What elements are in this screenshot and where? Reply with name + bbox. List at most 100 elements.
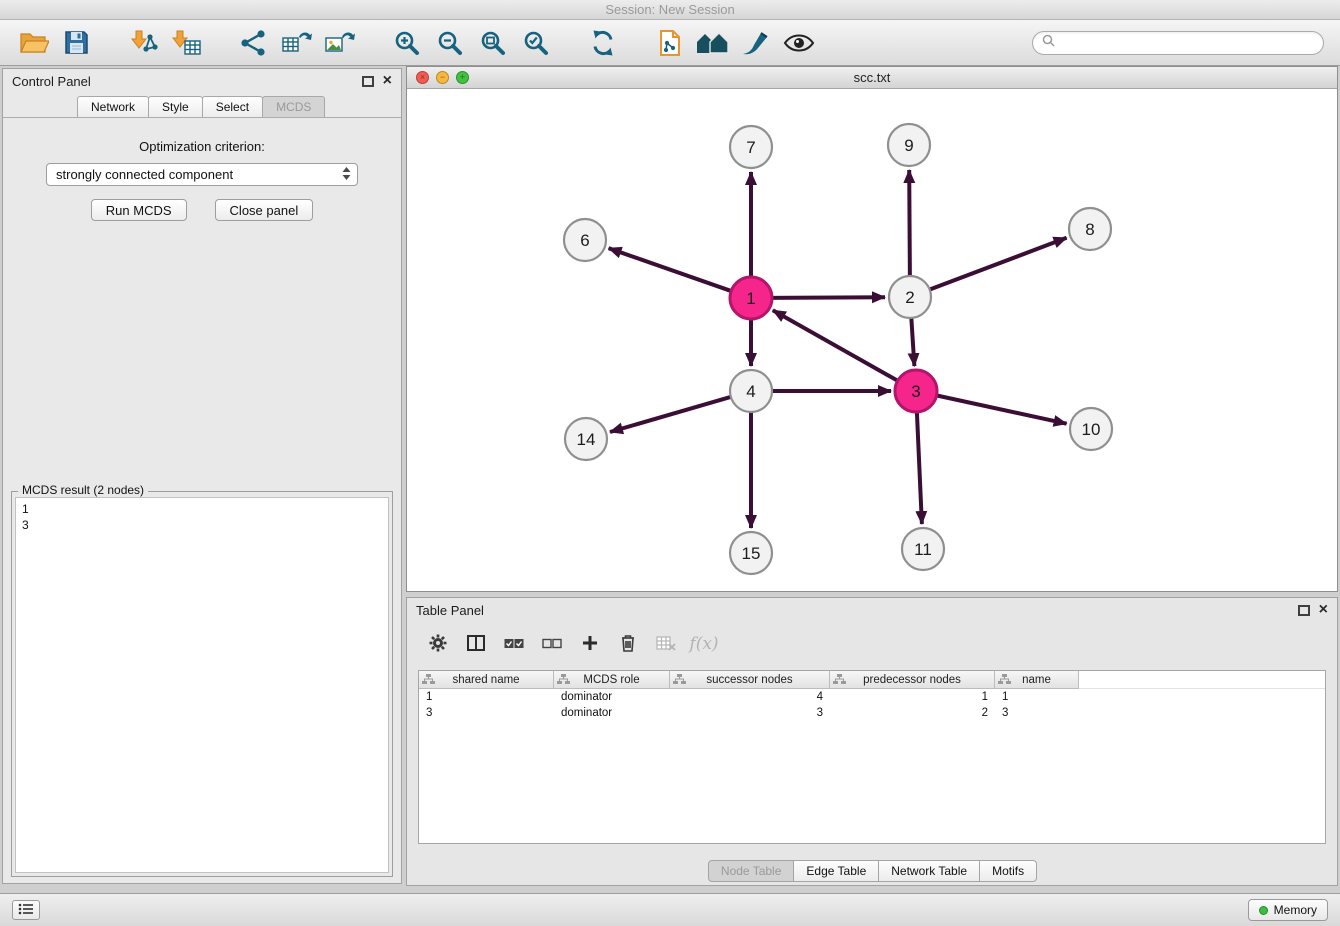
- tab-mcds[interactable]: MCDS: [262, 96, 325, 117]
- memory-button[interactable]: Memory: [1248, 899, 1328, 921]
- tab-network[interactable]: Network: [77, 96, 149, 117]
- apply-style-icon: [741, 30, 771, 56]
- zoom-selected-button[interactable]: [514, 23, 557, 63]
- add-row-button[interactable]: [573, 628, 607, 660]
- tab-style[interactable]: Style: [148, 96, 203, 117]
- import-network-from-file-button[interactable]: [122, 23, 165, 63]
- edge-1-2[interactable]: [770, 297, 885, 298]
- column-header-mcds-role[interactable]: MCDS role: [554, 671, 670, 689]
- table-panel-float-button[interactable]: [1298, 605, 1310, 616]
- column-type-icon: [673, 674, 686, 688]
- network-window-title: scc.txt: [854, 70, 891, 85]
- node-11[interactable]: 11: [902, 528, 944, 570]
- column-header-label: MCDS role: [583, 674, 639, 686]
- refresh-button[interactable]: [581, 23, 624, 63]
- node-14[interactable]: 14: [565, 418, 607, 460]
- optimization-criterion-value: strongly connected component: [56, 167, 341, 182]
- node-15[interactable]: 15: [730, 532, 772, 574]
- mcds-result-list[interactable]: 13: [15, 497, 389, 873]
- function-builder-button[interactable]: f(x): [687, 628, 721, 660]
- search-icon: [1042, 34, 1055, 52]
- cell-shared-name: 1: [419, 689, 554, 705]
- node-3[interactable]: 3: [895, 370, 937, 412]
- node-10[interactable]: 10: [1070, 408, 1112, 450]
- apply-style-button[interactable]: [734, 23, 777, 63]
- node-7[interactable]: 7: [730, 126, 772, 168]
- table-row[interactable]: 3dominator323: [419, 705, 1325, 721]
- edge-3-10[interactable]: [935, 395, 1067, 424]
- column-header-successor-nodes[interactable]: successor nodes: [670, 671, 830, 689]
- edge-2-9[interactable]: [909, 170, 910, 278]
- new-network-icon: [239, 29, 269, 57]
- tab-select[interactable]: Select: [202, 96, 263, 117]
- home-button[interactable]: [691, 23, 734, 63]
- edge-1-6[interactable]: [609, 248, 734, 292]
- network-view-window: × − + scc.txt 7 9 6 8 1 2 4 3 14 10 15 11: [406, 66, 1338, 592]
- edge-4-14[interactable]: [610, 396, 733, 432]
- node-label: 7: [746, 138, 755, 157]
- node-label: 15: [742, 544, 761, 563]
- delete-row-button[interactable]: [611, 628, 645, 660]
- zoom-selected-icon: [522, 29, 550, 57]
- delete-table-button[interactable]: [649, 628, 683, 660]
- tab-edge-table[interactable]: Edge Table: [793, 860, 879, 882]
- tab-node-table[interactable]: Node Table: [708, 860, 795, 882]
- import-table-from-file-button[interactable]: [165, 23, 208, 63]
- control-panel-close-button[interactable]: ×: [383, 73, 392, 89]
- export-image-button[interactable]: [318, 23, 361, 63]
- node-label: 1: [746, 289, 755, 308]
- export-table-button[interactable]: [275, 23, 318, 63]
- node-9[interactable]: 9: [888, 124, 930, 166]
- table-header-filler: [1079, 671, 1325, 689]
- node-6[interactable]: 6: [564, 219, 606, 261]
- close-panel-button[interactable]: Close panel: [215, 199, 314, 221]
- search-box[interactable]: [1032, 31, 1324, 55]
- node-label: 9: [904, 136, 913, 155]
- run-mcds-button[interactable]: Run MCDS: [91, 199, 187, 221]
- window-titlebar: Session: New Session: [0, 0, 1340, 20]
- column-header-predecessor-nodes[interactable]: predecessor nodes: [830, 671, 995, 689]
- edge-3-1[interactable]: [773, 310, 900, 381]
- table-panel-close-button[interactable]: ×: [1319, 602, 1328, 618]
- column-header-name[interactable]: name: [995, 671, 1079, 689]
- new-network-button[interactable]: [232, 23, 275, 63]
- save-session-button[interactable]: [55, 23, 98, 63]
- zoom-in-button[interactable]: [385, 23, 428, 63]
- node-1[interactable]: 1: [730, 277, 772, 319]
- node-2[interactable]: 2: [889, 276, 931, 318]
- table-settings-icon: [429, 634, 447, 655]
- zoom-out-icon: [436, 29, 464, 57]
- network-maximize-button[interactable]: +: [456, 71, 469, 84]
- show-graphics-details-button[interactable]: [777, 23, 820, 63]
- column-header-shared-name[interactable]: shared name: [419, 671, 554, 689]
- split-panel-button[interactable]: [459, 628, 493, 660]
- zoom-out-button[interactable]: [428, 23, 471, 63]
- node-label: 14: [577, 430, 596, 449]
- tab-motifs[interactable]: Motifs: [979, 860, 1037, 882]
- table-settings-button[interactable]: [421, 628, 455, 660]
- automation-panel-button[interactable]: [12, 900, 40, 920]
- control-panel-float-button[interactable]: [362, 76, 374, 87]
- cell-predecessor-nodes: 1: [830, 689, 995, 705]
- edge-2-3[interactable]: [911, 316, 914, 366]
- network-close-button[interactable]: ×: [416, 71, 429, 84]
- tab-network-table[interactable]: Network Table: [878, 860, 980, 882]
- network-canvas[interactable]: 7 9 6 8 1 2 4 3 14 10 15 11: [407, 89, 1337, 591]
- duplicate-network-button[interactable]: [648, 23, 691, 63]
- node-4[interactable]: 4: [730, 370, 772, 412]
- search-input[interactable]: [1060, 36, 1314, 50]
- list-icon: [18, 903, 34, 918]
- unselect-all-button[interactable]: [535, 628, 569, 660]
- edge-2-8[interactable]: [928, 238, 1067, 290]
- memory-label: Memory: [1274, 903, 1317, 917]
- select-all-button[interactable]: [497, 628, 531, 660]
- optimization-criterion-select[interactable]: strongly connected component: [46, 163, 358, 186]
- network-minimize-button[interactable]: −: [436, 71, 449, 84]
- zoom-fit-button[interactable]: [471, 23, 514, 63]
- node-label: 11: [914, 540, 932, 559]
- split-panel-icon: [467, 635, 485, 654]
- open-session-button[interactable]: [12, 23, 55, 63]
- table-row[interactable]: 1dominator411: [419, 689, 1325, 705]
- node-8[interactable]: 8: [1069, 208, 1111, 250]
- edge-3-11[interactable]: [917, 410, 922, 524]
